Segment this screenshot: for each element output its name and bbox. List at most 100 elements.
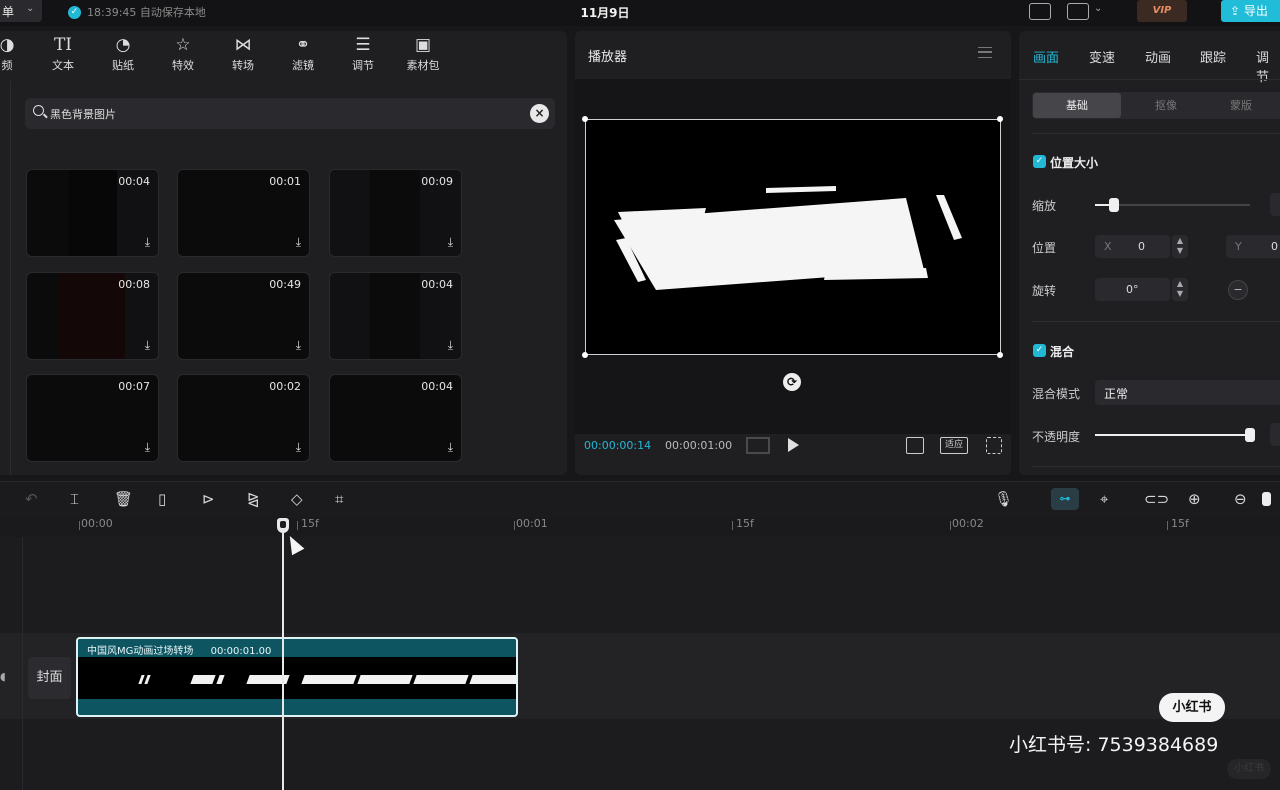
download-icon[interactable]: ⤓ — [448, 440, 453, 455]
delete-icon[interactable]: 🗑 — [114, 490, 133, 508]
fullscreen-focus-icon[interactable] — [906, 437, 924, 454]
download-icon[interactable]: ⤓ — [296, 235, 301, 250]
clear-search-button[interactable]: × — [530, 104, 549, 123]
resize-handle[interactable] — [997, 352, 1003, 358]
tick — [79, 521, 80, 530]
main-track-magnet-icon[interactable]: ⊶ — [1051, 488, 1079, 510]
duration-label: 00:04 — [421, 380, 453, 393]
media-thumbnail[interactable]: 00:02 ⤓ — [177, 374, 310, 462]
preview-canvas[interactable] — [585, 119, 1001, 355]
layout-icon[interactable] — [1067, 3, 1089, 20]
export-button[interactable]: ⇪ 导出 — [1221, 0, 1280, 22]
crop-icon[interactable]: ⌗ — [335, 490, 343, 508]
frame-mark — [301, 675, 357, 684]
media-thumbnail[interactable]: 00:04 ⤓ — [26, 169, 159, 257]
download-icon[interactable]: ⤓ — [145, 338, 150, 353]
scale-slider[interactable] — [1095, 198, 1250, 212]
watermark-text: 小红书号: 7539384689 — [1009, 734, 1219, 756]
tab-animation[interactable]: 动画 — [1145, 47, 1171, 66]
video-clip[interactable]: 中国风MG动画过场转场 00:00:01.00 — [76, 637, 518, 717]
rotate-icon[interactable]: ⟳ — [783, 373, 801, 391]
download-icon[interactable]: ⤓ — [145, 440, 150, 455]
slider-fill — [1095, 434, 1250, 436]
divider — [1032, 466, 1280, 467]
media-thumbnail[interactable]: 00:04 ⤓ — [329, 374, 462, 462]
speaker-icon[interactable]: ◖ — [0, 670, 6, 683]
tab-filter[interactable]: ⚭ 滤镜 — [278, 31, 328, 79]
preview-axis-icon[interactable]: ⊕ — [1188, 490, 1201, 508]
zoom-slider-knob[interactable] — [1262, 492, 1271, 506]
media-thumbnail[interactable]: 00:04 ⤓ — [329, 272, 462, 360]
media-thumbnail[interactable]: 00:07 ⤓ — [26, 374, 159, 462]
sticker-icon: ◔ — [115, 35, 131, 55]
tab-media[interactable]: ◑ 频 — [0, 31, 32, 79]
freeze-frame-icon[interactable]: ▯ — [158, 490, 166, 508]
zoom-out-icon[interactable]: ⊖ — [1234, 490, 1247, 508]
tab-adjust[interactable]: ☰ 调节 — [338, 31, 388, 79]
media-thumbnail[interactable]: 00:08 ⤓ — [26, 272, 159, 360]
preview-area: ⟳ — [575, 79, 1011, 434]
opacity-input[interactable] — [1270, 423, 1280, 446]
sub-tab-mask[interactable]: 蒙版 — [1230, 97, 1252, 113]
slider-knob[interactable] — [1109, 198, 1119, 212]
shortcut-keyboard-icon[interactable] — [1029, 3, 1051, 20]
search-input[interactable]: 黑色背景图片 × — [25, 98, 555, 129]
download-icon[interactable]: ⤓ — [448, 338, 453, 353]
scale-input[interactable] — [1270, 193, 1280, 216]
blend-mode-select[interactable]: 正常 — [1095, 380, 1280, 405]
position-x-stepper[interactable]: ▲ ▼ — [1172, 235, 1188, 258]
media-thumbnail[interactable]: 00:09 ⤓ — [329, 169, 462, 257]
download-icon[interactable]: ⤓ — [296, 338, 301, 353]
link-icon[interactable]: ⊂⊃ — [1144, 490, 1169, 508]
rotate-stepper[interactable]: ▲ ▼ — [1172, 278, 1188, 301]
tick-label: 00:02 — [952, 517, 984, 530]
resize-handle[interactable] — [582, 352, 588, 358]
download-icon[interactable]: ⤓ — [448, 235, 453, 250]
tab-transition[interactable]: ⋈ 转场 — [218, 31, 268, 79]
media-thumbnail[interactable]: 00:01 ⤓ — [177, 169, 310, 257]
opacity-slider[interactable] — [1095, 428, 1255, 442]
rotate-clip-icon[interactable]: ◇ — [291, 490, 303, 508]
divider — [1032, 321, 1280, 322]
mirror-icon[interactable]: ⧎ — [247, 490, 260, 508]
play-button[interactable] — [788, 438, 799, 452]
position-size-checkbox[interactable]: ✓ — [1033, 155, 1046, 168]
blend-checkbox[interactable]: ✓ — [1033, 344, 1046, 357]
position-y-input[interactable]: Y 0 — [1226, 235, 1280, 258]
playhead-handle[interactable] — [277, 518, 289, 533]
tab-text[interactable]: TI 文本 — [38, 31, 88, 79]
microphone-icon[interactable]: 🎙 — [994, 490, 1013, 508]
vip-button[interactable]: VIP — [1137, 0, 1187, 22]
tab-sticker[interactable]: ◔ 贴纸 — [98, 31, 148, 79]
playhead[interactable] — [282, 525, 284, 790]
grid-icon[interactable] — [746, 437, 770, 454]
undo-icon[interactable]: ↶ — [25, 490, 38, 508]
duration-label: 00:09 — [421, 175, 453, 188]
slider-knob[interactable] — [1245, 428, 1255, 442]
tab-speed[interactable]: 变速 — [1089, 47, 1115, 66]
watermark-faint: 小红书 — [1227, 759, 1271, 779]
cover-button[interactable]: 封面 — [28, 657, 71, 699]
rotate-reset-icon[interactable]: − — [1228, 280, 1248, 300]
sub-tab-cutout[interactable]: 抠像 — [1155, 97, 1177, 113]
sub-tab-basic[interactable]: 基础 — [1033, 93, 1121, 118]
split-icon[interactable]: ⌶ — [70, 490, 79, 508]
resize-handle[interactable] — [582, 116, 588, 122]
tab-label: 贴纸 — [112, 59, 134, 72]
auto-snap-icon[interactable]: ⌖ — [1100, 490, 1108, 508]
tab-picture[interactable]: 画面 — [1033, 47, 1059, 66]
tab-tracking[interactable]: 跟踪 — [1200, 47, 1226, 66]
rotate-input[interactable]: 0° — [1095, 278, 1170, 301]
reverse-icon[interactable]: ⊳ — [202, 490, 215, 508]
expand-icon[interactable] — [986, 437, 1002, 454]
download-icon[interactable]: ⤓ — [145, 235, 150, 250]
resize-handle[interactable] — [997, 116, 1003, 122]
tab-asset-pack[interactable]: ▣ 素材包 — [398, 31, 448, 79]
media-thumbnail[interactable]: 00:49 ⤓ — [177, 272, 310, 360]
player-panel: 播放器 ⟳ 00:00:00:14 00:00:01:00 适应 — [575, 31, 1011, 475]
position-x-input[interactable]: X 0 — [1095, 235, 1170, 258]
ratio-button[interactable]: 适应 — [940, 437, 968, 454]
download-icon[interactable]: ⤓ — [296, 440, 301, 455]
menu-icon[interactable] — [978, 47, 992, 58]
tab-effects[interactable]: ☆ 特效 — [158, 31, 208, 79]
